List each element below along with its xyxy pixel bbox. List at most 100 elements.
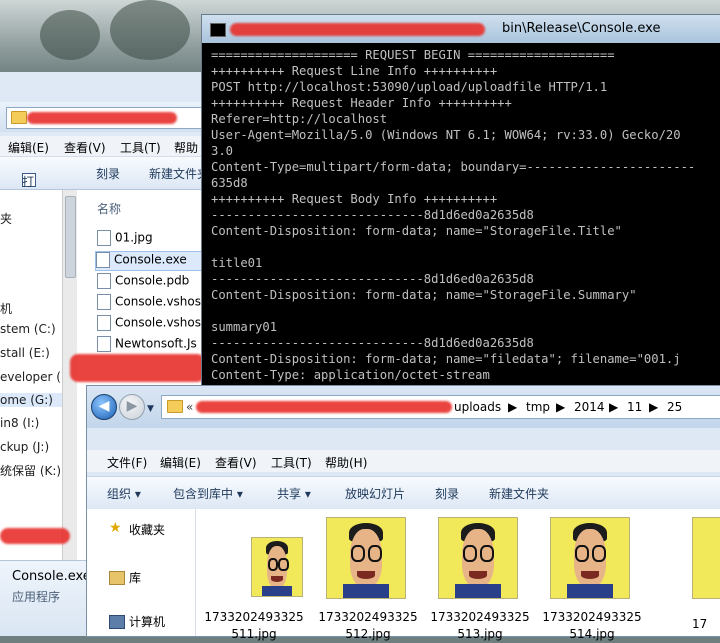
file-item[interactable]: Console.exe — [95, 251, 212, 271]
back-button[interactable]: ◀ — [91, 394, 117, 420]
arrow-right-icon: ▶ — [126, 398, 138, 414]
address-box[interactable] — [6, 107, 206, 129]
file-name: 01.jpg — [115, 230, 153, 245]
file-caption-cut[interactable]: 17 — [692, 617, 707, 631]
image-thumbnail — [438, 517, 518, 599]
menu-edit[interactable]: 编辑(E) — [8, 139, 49, 156]
file-caption[interactable]: 1733202493325 511.jpg — [194, 609, 314, 643]
console-line: Content-Disposition: form-data; name="St… — [211, 224, 622, 238]
image-thumbnail — [326, 517, 406, 599]
file-name-line1: 1733202493325 — [318, 610, 418, 624]
file-name: Console.vshos — [115, 294, 202, 309]
navigation-pane: 夹 机 stem (C:) stall (E:) eveloper (F ome… — [0, 190, 68, 560]
breadcrumb-uploads[interactable]: uploads — [454, 400, 501, 414]
file-item[interactable]: Console.vshos — [97, 294, 201, 312]
console-line: Referer=http://localhost — [211, 112, 388, 126]
menu-help[interactable]: 帮助(H) — [325, 454, 367, 471]
file-item[interactable]: Newtonsoft.Js — [97, 336, 197, 354]
address-bar[interactable] — [0, 102, 210, 132]
address-bar[interactable]: « uploads ▶ tmp ▶ 2014 ▶ 11 ▶ 25 — [161, 395, 720, 419]
dll-file-icon — [97, 336, 111, 352]
console-line: 3.0 — [211, 144, 234, 158]
nav-computer[interactable]: 计算机 — [129, 613, 165, 630]
new-folder-button[interactable]: 新建文件夹 — [489, 485, 549, 502]
file-item[interactable] — [652, 517, 720, 603]
folder-icon — [11, 111, 27, 124]
file-item[interactable] — [536, 517, 644, 603]
console-line: POST http://localhost:53090/upload/uploa… — [211, 80, 608, 94]
nav-item[interactable]: eveloper (F — [0, 370, 68, 384]
file-name-line1: 1733202493325 — [542, 610, 642, 624]
include-in-library-button[interactable]: 包含到库中 ▾ — [173, 485, 243, 502]
scrollbar-thumb[interactable] — [65, 196, 76, 278]
breadcrumb-separator-icon[interactable]: ▶ — [556, 400, 565, 414]
arrow-left-icon: ◀ — [98, 398, 110, 414]
redaction-mark — [0, 528, 70, 544]
star-icon: ★ — [109, 520, 122, 536]
console-title: bin\Release\Console.exe — [502, 21, 661, 36]
breadcrumb-separator-icon[interactable]: ▶ — [609, 400, 618, 414]
toolbar: 组织 ▾ 包含到库中 ▾ 共享 ▾ 放映幻灯片 刻录 新建文件夹 — [87, 476, 720, 510]
image-thumbnail — [692, 517, 720, 599]
file-item[interactable]: Console.pdb — [97, 273, 189, 291]
file-item[interactable] — [312, 517, 420, 603]
menu-tools[interactable]: 工具(T) — [120, 139, 161, 156]
file-name: Console.pdb — [115, 273, 190, 288]
nav-item[interactable]: 统保留 (K:) — [0, 462, 61, 479]
file-view: 1733202493325 511.jpg 1733202493325 512.jp… — [196, 509, 720, 641]
exe-file-icon — [97, 294, 111, 310]
file-caption[interactable]: 1733202493325 514.jpg — [532, 609, 652, 643]
history-dropdown-icon[interactable]: ▼ — [147, 404, 154, 414]
new-folder-button[interactable]: 新建文件夹 — [149, 165, 209, 182]
menu-help[interactable]: 帮助 — [174, 139, 198, 156]
slideshow-button[interactable]: 放映幻灯片 — [345, 485, 405, 502]
file-item[interactable] — [424, 517, 532, 603]
file-name: Newtonsoft.Js — [115, 336, 197, 351]
breadcrumb-separator-icon[interactable]: ▶ — [649, 400, 658, 414]
front-explorer-window: ◀ ▶ ▼ « uploads ▶ tmp ▶ 2014 ▶ 11 ▶ 25 文… — [86, 385, 720, 641]
console-line: -----------------------------8d1d6ed0a26… — [211, 208, 534, 222]
menu-file[interactable]: 文件(F) — [107, 454, 147, 471]
breadcrumb-11[interactable]: 11 — [627, 400, 642, 414]
nav-libraries[interactable]: 库 — [129, 569, 141, 586]
nav-item[interactable]: ome (G:) — [0, 393, 62, 407]
burn-button[interactable]: 刻录 — [96, 165, 120, 182]
file-item[interactable]: Console.vshos — [97, 315, 201, 333]
breadcrumb-2014[interactable]: 2014 — [574, 400, 605, 414]
exe-file-icon — [96, 252, 110, 268]
forward-button[interactable]: ▶ — [119, 394, 145, 420]
console-title-bar[interactable]: bin\Release\Console.exe — [202, 15, 720, 43]
nav-favorites[interactable]: 收藏夹 — [129, 521, 165, 538]
menu-view[interactable]: 查看(V) — [215, 454, 257, 471]
nav-item[interactable]: stall (E:) — [0, 346, 50, 360]
menu-edit[interactable]: 编辑(E) — [160, 454, 201, 471]
menu-tools[interactable]: 工具(T) — [271, 454, 312, 471]
menu-view[interactable]: 查看(V) — [64, 139, 106, 156]
breadcrumb-tmp[interactable]: tmp — [526, 400, 550, 414]
nav-item[interactable]: stem (C:) — [0, 322, 56, 336]
file-item[interactable]: 01.jpg — [97, 230, 153, 248]
breadcrumb-25[interactable]: 25 — [667, 400, 682, 414]
column-header-name[interactable]: 名称 — [97, 200, 121, 217]
file-name: Console.exe — [114, 252, 187, 267]
burn-button[interactable]: 刻录 — [435, 485, 459, 502]
breadcrumb-chevron-icon[interactable]: « — [186, 400, 193, 414]
console-line: title01 — [211, 256, 263, 270]
file-caption[interactable]: 1733202493325 512.jpg — [308, 609, 428, 643]
redaction-mark — [230, 23, 485, 36]
nav-item[interactable]: 机 — [0, 300, 12, 317]
nav-item[interactable]: in8 (I:) — [0, 416, 39, 430]
nav-item[interactable]: ckup (J:) — [0, 440, 49, 454]
breadcrumb-separator-icon[interactable]: ▶ — [508, 400, 517, 414]
library-icon — [109, 571, 125, 585]
console-line: -----------------------------8d1d6ed0a26… — [211, 336, 534, 350]
organize-button[interactable]: 组织 ▾ — [107, 485, 141, 502]
file-caption[interactable]: 1733202493325 513.jpg — [420, 609, 540, 643]
menu-bar: 文件(F) 编辑(E) 查看(V) 工具(T) 帮助(H) — [87, 450, 720, 472]
nav-item[interactable]: 夹 — [0, 210, 12, 227]
toolbar: 打开 刻录 新建文件夹 — [0, 157, 210, 206]
share-button[interactable]: 共享 ▾ — [277, 485, 311, 502]
file-item[interactable] — [226, 517, 310, 603]
